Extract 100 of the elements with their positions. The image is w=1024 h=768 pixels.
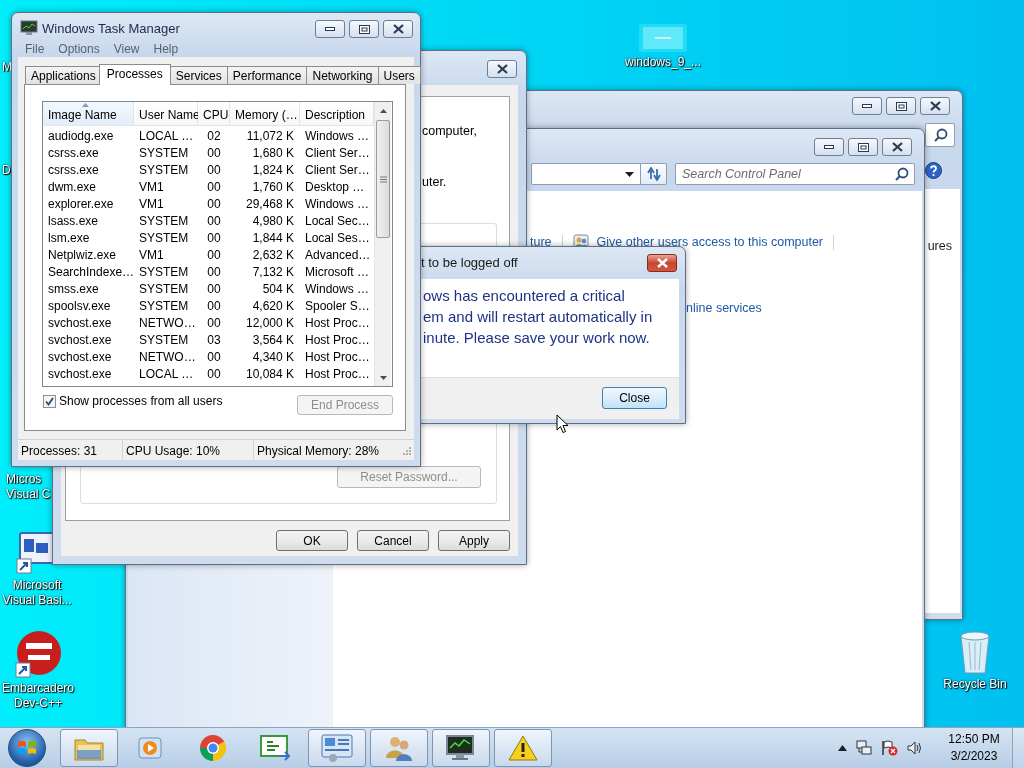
maximize-button[interactable] <box>848 138 878 156</box>
search-field[interactable] <box>925 123 955 147</box>
close-icon <box>496 64 508 74</box>
table-cell-text: SYSTEM <box>138 145 190 160</box>
message-text: ows has encountered a critical em and will restart automatically in inute. Please save your work now. <box>423 286 654 348</box>
table-cell-text: explorer.exe <box>47 196 115 211</box>
minimize-button[interactable] <box>852 97 882 115</box>
column-header[interactable]: Memory (… <box>230 102 300 126</box>
table-cell-text: SYSTEM <box>138 213 190 228</box>
link[interactable]: ture <box>530 235 552 249</box>
table-cell-text: 00 <box>206 179 222 194</box>
table-cell-text: Host Proc… <box>304 332 371 347</box>
table-cell-text: Windows … <box>304 196 370 211</box>
table-cell-text: Netplwiz.exe <box>47 247 118 262</box>
close-button[interactable] <box>920 97 950 115</box>
column-header[interactable]: Image Name <box>43 102 134 126</box>
column-header[interactable]: CPU <box>198 102 230 126</box>
taskbar-button[interactable] <box>432 729 490 767</box>
minimize-icon <box>862 104 872 108</box>
menu-item[interactable]: Options <box>58 42 100 56</box>
table-cell-text: dwm.exe <box>47 179 98 194</box>
tab[interactable]: Applications <box>25 66 102 84</box>
close-button[interactable] <box>647 254 677 272</box>
table-cell-text: 00 <box>206 264 222 279</box>
checkbox[interactable] <box>43 394 56 408</box>
menu-item[interactable]: View <box>113 42 140 56</box>
table-cell-text: Windows … <box>304 128 370 143</box>
dialog-button[interactable]: Cancel <box>357 530 429 551</box>
link[interactable]: Give other users access to this computer <box>596 235 824 249</box>
table-cell-text: SYSTEM <box>138 264 190 279</box>
table-cell-text: 10,084 K <box>244 366 295 381</box>
close-icon <box>929 101 941 111</box>
table-cell-text: SYSTEM <box>138 230 190 245</box>
table-cell-text: NETWO… <box>138 349 197 364</box>
minimize-icon <box>325 27 335 31</box>
close-button[interactable] <box>383 20 413 38</box>
tab[interactable]: Performance <box>226 66 308 84</box>
code-file-icon <box>259 734 291 762</box>
dialog-button[interactable]: OK <box>276 530 348 551</box>
column-header[interactable]: User Name <box>134 102 198 126</box>
menu-item[interactable]: Help <box>153 42 179 56</box>
status-text: Processes: 31 <box>18 439 123 461</box>
table-cell-text: VM1 <box>138 196 165 211</box>
address-field[interactable] <box>531 163 640 185</box>
table-cell-text: 12,000 K <box>244 315 295 330</box>
minimize-button[interactable] <box>315 20 345 38</box>
dropdown-arrow-icon <box>625 171 634 177</box>
maximize-icon <box>857 142 869 152</box>
search-field[interactable]: Search Control Panel <box>675 163 915 185</box>
start-logo-icon <box>17 739 37 757</box>
close-button[interactable] <box>487 60 517 78</box>
table-cell-text: SYSTEM <box>138 281 190 296</box>
table-cell-text: 1,824 K <box>251 162 295 177</box>
link[interactable]: nline services <box>686 301 762 315</box>
monitor-icon <box>20 20 38 36</box>
menu-item[interactable]: File <box>25 42 45 56</box>
clock-date[interactable]: 3/2/2023 <box>950 748 998 765</box>
table-cell-text: NETWO… <box>138 315 197 330</box>
table-cell-text: 3,564 K <box>251 332 295 347</box>
checkbox-label[interactable]: Show processes from all users <box>59 394 223 408</box>
refresh-button[interactable] <box>640 163 667 185</box>
tab[interactable]: Networking <box>306 66 379 84</box>
column-header[interactable]: Description <box>300 102 374 126</box>
table-cell-text: VM1 <box>138 247 165 262</box>
table-cell-text: SYSTEM <box>138 332 190 347</box>
table-cell-text: 4,340 K <box>251 349 295 364</box>
table-cell-text: Host Proc… <box>304 315 371 330</box>
table-cell-text: spoolsv.exe <box>47 298 112 313</box>
table-cell-text: Desktop … <box>304 179 366 194</box>
speaker-icon <box>907 741 923 755</box>
grip-icon <box>379 175 387 183</box>
table-cell-text: LOCAL … <box>138 366 195 381</box>
clock-time[interactable]: 12:50 PM <box>948 731 1000 748</box>
table-cell-text: 00 <box>206 196 222 211</box>
table-cell-text: 4,980 K <box>251 213 295 228</box>
folder-icon <box>639 24 687 52</box>
table-cell-text: csrss.exe <box>47 162 100 177</box>
table-cell-text: SearchIndexe… <box>47 264 134 279</box>
close-icon <box>656 258 668 268</box>
table-cell-text: 2,632 K <box>251 247 295 262</box>
maximize-button[interactable] <box>349 20 379 38</box>
table-cell-text: Host Proc… <box>304 349 371 364</box>
scrollbar[interactable] <box>374 102 391 386</box>
table-cell-text: 00 <box>206 247 222 262</box>
tab[interactable]: Processes <box>98 64 171 85</box>
text-fragment: ures <box>927 239 952 253</box>
close-button[interactable] <box>882 138 912 156</box>
table-cell-text: 00 <box>206 349 222 364</box>
tab[interactable]: Services <box>169 66 228 84</box>
tab[interactable]: Users <box>377 66 421 84</box>
table-cell-text: 504 K <box>261 281 295 296</box>
minimize-button[interactable] <box>814 138 844 156</box>
table-cell-text: svchost.exe <box>47 349 113 364</box>
maximize-button[interactable] <box>886 97 916 115</box>
up-arrow-icon <box>379 108 387 113</box>
dialog-button[interactable]: Apply <box>438 530 510 551</box>
close-button[interactable]: Close <box>602 387 667 409</box>
start-button[interactable] <box>8 729 46 767</box>
refresh-icon <box>645 167 662 181</box>
maximize-icon <box>358 24 370 34</box>
